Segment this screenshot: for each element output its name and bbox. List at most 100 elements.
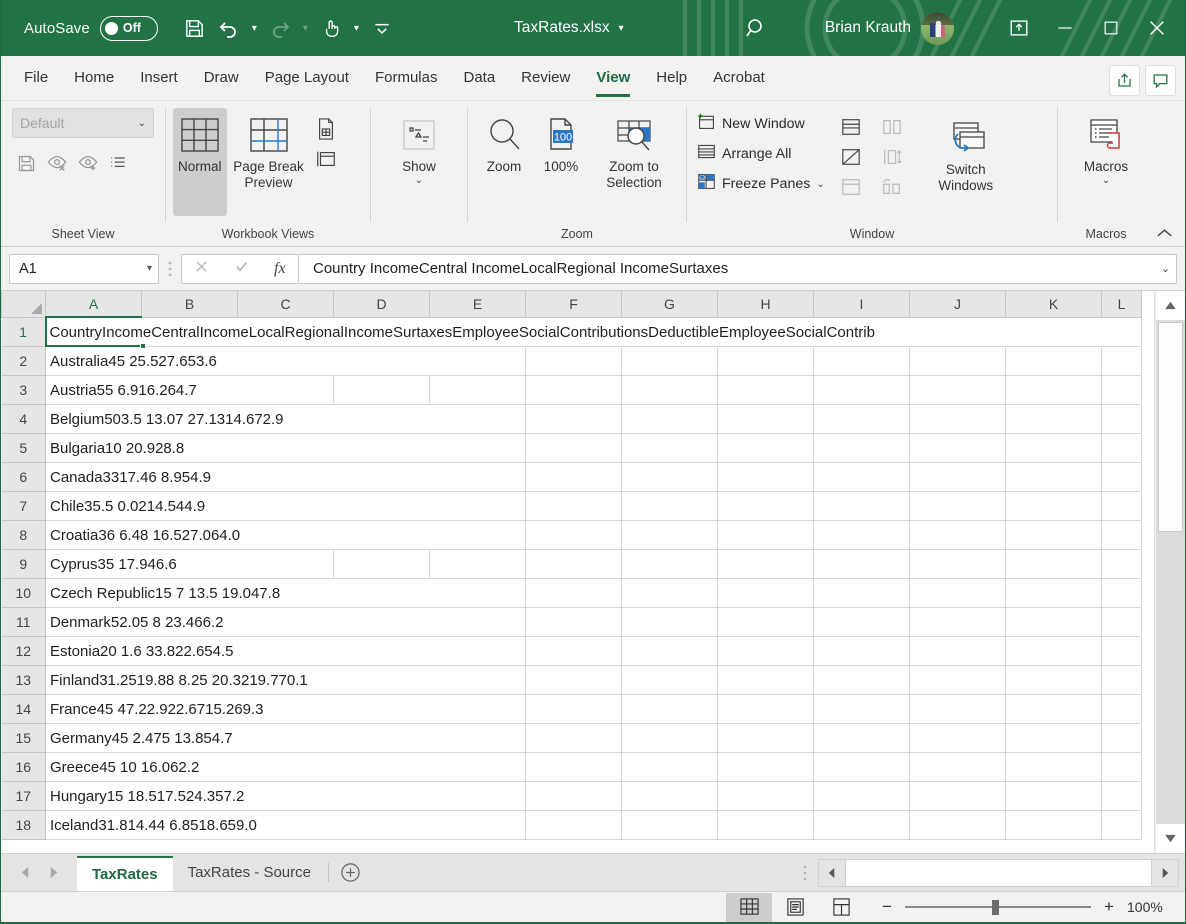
name-box[interactable]: A1 ▾ <box>9 254 159 284</box>
undo-icon[interactable] <box>212 11 246 45</box>
row-header-10[interactable]: 10 <box>2 578 46 607</box>
cell-H4[interactable] <box>718 404 814 433</box>
cell-B3[interactable] <box>142 375 238 404</box>
macros-button[interactable]: Macros ⌄ <box>1079 108 1133 188</box>
cell-F14[interactable] <box>526 694 622 723</box>
cell-G2[interactable] <box>622 346 718 375</box>
cell-A18[interactable]: Iceland31.814.44 6.8518.659.0 <box>46 810 142 839</box>
cell-J17[interactable] <box>910 781 1006 810</box>
cell-A1[interactable]: CountryIncomeCentralIncomeLocalRegionalI… <box>46 317 142 346</box>
sheet-tab-taxrates[interactable]: TaxRates <box>77 856 173 891</box>
freeze-panes-button[interactable]: Freeze Panes ⌄ <box>694 171 828 197</box>
cell-H12[interactable] <box>718 636 814 665</box>
cell-E6[interactable] <box>430 462 526 491</box>
cell-E8[interactable] <box>430 520 526 549</box>
cell-E16[interactable] <box>430 752 526 781</box>
cell-B6[interactable] <box>142 462 238 491</box>
zoom-100-button[interactable]: 100 100% <box>536 108 586 177</box>
search-icon[interactable] <box>739 11 773 45</box>
cell-E2[interactable] <box>430 346 526 375</box>
row-header-9[interactable]: 9 <box>2 549 46 578</box>
cell-J5[interactable] <box>910 433 1006 462</box>
cell-L12[interactable] <box>1102 636 1142 665</box>
minimize-icon[interactable] <box>1042 0 1088 56</box>
cell-F6[interactable] <box>526 462 622 491</box>
zoom-to-selection-button[interactable]: Zoom to Selection <box>592 108 676 192</box>
row-header-8[interactable]: 8 <box>2 520 46 549</box>
scroll-left-icon[interactable] <box>818 859 846 887</box>
cell-A11[interactable]: Denmark52.05 8 23.466.2 <box>46 607 142 636</box>
hide-window-icon[interactable] <box>836 143 866 170</box>
cell-B4[interactable] <box>142 404 238 433</box>
cell-E10[interactable] <box>430 578 526 607</box>
cell-G6[interactable] <box>622 462 718 491</box>
row-header-1[interactable]: 1 <box>2 317 46 346</box>
cell-G8[interactable] <box>622 520 718 549</box>
cancel-icon[interactable] <box>194 259 209 279</box>
cell-K14[interactable] <box>1006 694 1102 723</box>
document-title[interactable]: TaxRates.xlsx <box>514 19 610 37</box>
status-page-layout-view-button[interactable] <box>772 893 818 922</box>
cell-L18[interactable] <box>1102 810 1142 839</box>
cell-B12[interactable] <box>142 636 238 665</box>
row-header-13[interactable]: 13 <box>2 665 46 694</box>
cell-C15[interactable] <box>238 723 334 752</box>
cell-C2[interactable] <box>238 346 334 375</box>
cell-B7[interactable] <box>142 491 238 520</box>
new-window-button[interactable]: New Window <box>694 111 828 137</box>
close-icon[interactable] <box>1134 0 1180 56</box>
tab-data[interactable]: Data <box>450 56 508 100</box>
row-header-17[interactable]: 17 <box>2 781 46 810</box>
tab-view[interactable]: View <box>583 56 643 100</box>
cell-A5[interactable]: Bulgaria10 20.928.8 <box>46 433 142 462</box>
cell-K16[interactable] <box>1006 752 1102 781</box>
cell-G7[interactable] <box>622 491 718 520</box>
cell-B9[interactable] <box>142 549 238 578</box>
cell-B13[interactable] <box>142 665 238 694</box>
cell-E5[interactable] <box>430 433 526 462</box>
cell-A17[interactable]: Hungary15 18.517.524.357.2 <box>46 781 142 810</box>
cell-G15[interactable] <box>622 723 718 752</box>
cell-H8[interactable] <box>718 520 814 549</box>
cell-H11[interactable] <box>718 607 814 636</box>
cell-D10[interactable] <box>334 578 430 607</box>
cell-F4[interactable] <box>526 404 622 433</box>
share-icon[interactable] <box>1109 65 1140 96</box>
ribbon-display-options-icon[interactable] <box>996 0 1042 56</box>
cell-J13[interactable] <box>910 665 1006 694</box>
cell-C16[interactable] <box>238 752 334 781</box>
cell-J18[interactable] <box>910 810 1006 839</box>
cell-H18[interactable] <box>718 810 814 839</box>
column-header-K[interactable]: K <box>1006 291 1102 317</box>
row-header-3[interactable]: 3 <box>2 375 46 404</box>
cell-L2[interactable] <box>1102 346 1142 375</box>
cell-E7[interactable] <box>430 491 526 520</box>
page-break-preview-button[interactable]: Page Break Preview <box>227 108 311 216</box>
cell-B16[interactable] <box>142 752 238 781</box>
formula-input[interactable]: Country IncomeCentral IncomeLocalRegiona… <box>299 254 1177 284</box>
cell-H6[interactable] <box>718 462 814 491</box>
cell-C5[interactable] <box>238 433 334 462</box>
cell-I2[interactable] <box>814 346 910 375</box>
cell-H14[interactable] <box>718 694 814 723</box>
save-icon[interactable] <box>178 11 212 45</box>
cell-I12[interactable] <box>814 636 910 665</box>
column-header-G[interactable]: G <box>622 291 718 317</box>
vertical-scrollbar[interactable] <box>1154 291 1185 853</box>
cell-I13[interactable] <box>814 665 910 694</box>
cell-K6[interactable] <box>1006 462 1102 491</box>
cell-A2[interactable]: Australia45 25.527.653.6 <box>46 346 142 375</box>
scroll-up-icon[interactable] <box>1156 291 1185 320</box>
cell-I7[interactable] <box>814 491 910 520</box>
cell-G10[interactable] <box>622 578 718 607</box>
cell-J11[interactable] <box>910 607 1006 636</box>
cell-L4[interactable] <box>1102 404 1142 433</box>
cell-A12[interactable]: Estonia20 1.6 33.822.654.5 <box>46 636 142 665</box>
cell-B18[interactable] <box>142 810 238 839</box>
column-header-I[interactable]: I <box>814 291 910 317</box>
column-header-B[interactable]: B <box>142 291 238 317</box>
cell-L7[interactable] <box>1102 491 1142 520</box>
cell-G4[interactable] <box>622 404 718 433</box>
page-layout-icon[interactable] <box>311 115 341 142</box>
cell-C8[interactable] <box>238 520 334 549</box>
